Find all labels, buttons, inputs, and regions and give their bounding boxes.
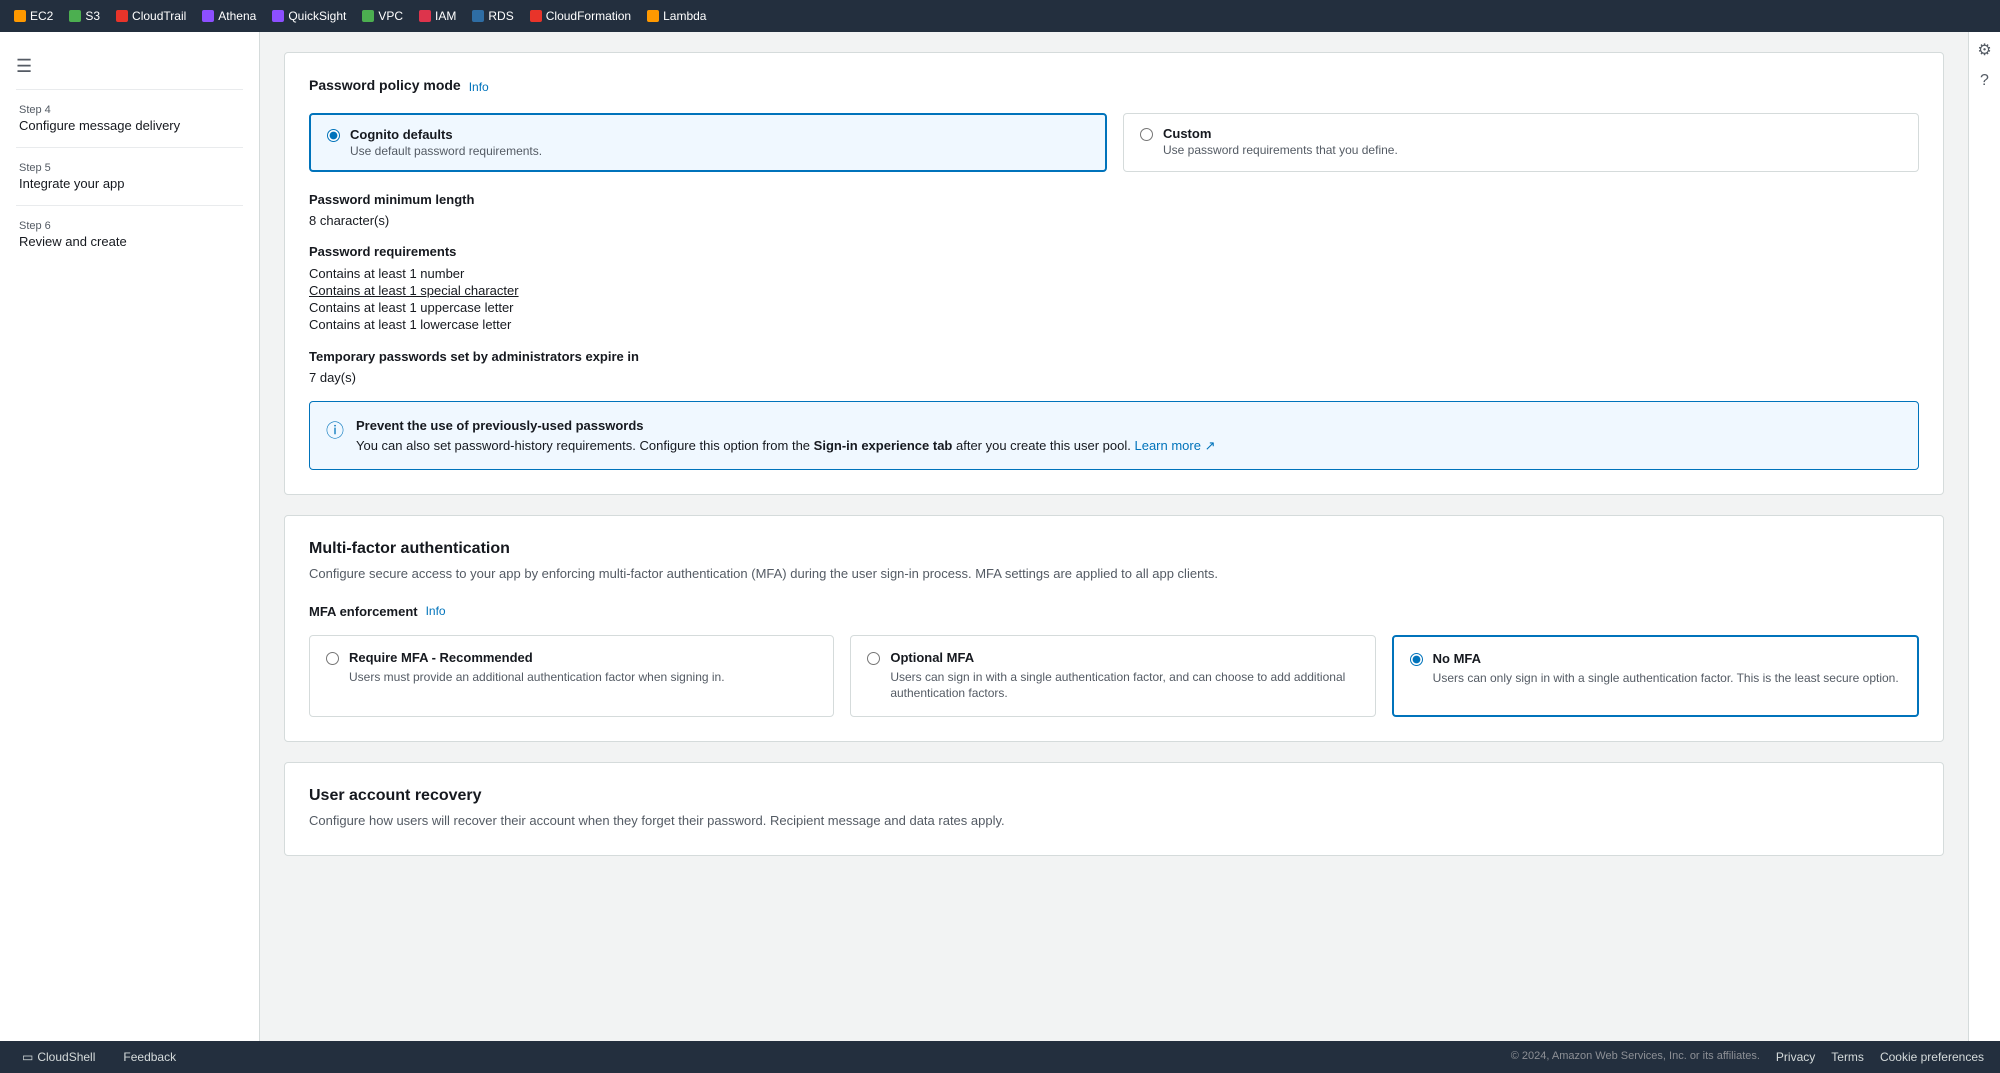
password-policy-section: Password policy mode Info Cognito defaul… [284,52,1944,495]
min-length-label: Password minimum length [309,192,1919,207]
settings-icon[interactable]: ⚙ [1977,40,1991,60]
cognito-defaults-desc: Use default password requirements. [350,144,542,158]
require-mfa-desc: Users must provide an additional authent… [349,669,725,686]
nav-item-rds[interactable]: RDS [466,7,519,25]
optional-mfa-title: Optional MFA [890,650,1358,665]
rds-icon [472,10,484,22]
terminal-icon: ▭ [22,1050,33,1064]
sidebar-step-6[interactable]: Step 6 Review and create [0,210,259,259]
user-account-recovery-section: User account recovery Configure how user… [284,762,1944,856]
privacy-link[interactable]: Privacy [1776,1050,1815,1064]
mfa-section: Multi-factor authentication Configure se… [284,515,1944,742]
top-navigation: EC2 S3 CloudTrail Athena QuickSight VPC … [0,0,2000,32]
requirements-list: Contains at least 1 number Contains at l… [309,265,1919,333]
password-policy-info-link[interactable]: Info [469,80,489,94]
cloudshell-button[interactable]: ▭ CloudShell [16,1048,101,1066]
vpc-icon [362,10,374,22]
optional-mfa-radio[interactable] [867,652,880,665]
temp-password-label: Temporary passwords set by administrator… [309,349,1919,364]
athena-icon [202,10,214,22]
quicksight-icon [272,10,284,22]
requirement-special: Contains at least 1 special character [309,282,1919,299]
temp-password-value: 7 day(s) [309,370,1919,385]
sidebar-step-5[interactable]: Step 5 Integrate your app [0,152,259,201]
password-mode-cards: Cognito defaults Use default password re… [309,113,1919,172]
password-policy-header: Password policy mode Info [309,77,1919,97]
cloudtrail-icon [116,10,128,22]
no-mfa-title: No MFA [1433,651,1899,666]
signin-experience-tab-label: Sign-in experience tab [814,438,953,453]
feedback-button[interactable]: Feedback [117,1048,182,1066]
footer-right: © 2024, Amazon Web Services, Inc. or its… [1511,1050,1984,1064]
cloudformation-icon [530,10,542,22]
nav-item-athena[interactable]: Athena [196,7,262,25]
requirement-uppercase: Contains at least 1 uppercase letter [309,299,1919,316]
main-content: Password policy mode Info Cognito defaul… [260,32,1968,1041]
mfa-desc: Configure secure access to your app by e… [309,564,1919,584]
bottom-bar: ▭ CloudShell Feedback © 2024, Amazon Web… [0,1041,2000,1073]
info-box-body: You can also set password-history requir… [356,438,1216,453]
ec2-icon [14,10,26,22]
password-history-info-box: ⓘ Prevent the use of previously-used pas… [309,401,1919,470]
app-layout: ☰ Step 4 Configure message delivery Step… [0,32,2000,1041]
require-mfa-title: Require MFA - Recommended [349,650,725,665]
mfa-option-cards: Require MFA - Recommended Users must pro… [309,635,1919,718]
mfa-title: Multi-factor authentication [309,540,1919,558]
require-mfa-radio[interactable] [326,652,339,665]
sidebar-step-4[interactable]: Step 4 Configure message delivery [0,94,259,143]
sidebar-toggle[interactable]: ☰ [0,48,259,85]
requirements-label: Password requirements [309,244,1919,259]
mfa-enforcement-label: MFA enforcement [309,604,418,619]
nav-item-ec2[interactable]: EC2 [8,7,59,25]
lambda-icon [647,10,659,22]
s3-icon [69,10,81,22]
custom-card[interactable]: Custom Use password requirements that yo… [1123,113,1919,172]
cognito-defaults-card[interactable]: Cognito defaults Use default password re… [309,113,1107,172]
nav-item-cloudtrail[interactable]: CloudTrail [110,7,192,25]
custom-desc: Use password requirements that you defin… [1163,143,1398,157]
nav-item-lambda[interactable]: Lambda [641,7,712,25]
info-circle-icon: ⓘ [326,417,344,443]
terms-link[interactable]: Terms [1831,1050,1864,1064]
mfa-info-link[interactable]: Info [426,604,446,618]
nav-item-s3[interactable]: S3 [63,7,106,25]
copyright-text: © 2024, Amazon Web Services, Inc. or its… [1511,1050,1760,1064]
cognito-defaults-radio[interactable] [327,129,340,142]
password-policy-title: Password policy mode [309,77,461,93]
custom-title: Custom [1163,126,1398,141]
cognito-defaults-title: Cognito defaults [350,127,542,142]
no-mfa-card[interactable]: No MFA Users can only sign in with a sin… [1392,635,1919,718]
requirement-lowercase: Contains at least 1 lowercase letter [309,316,1919,333]
learn-more-link[interactable]: Learn more ↗ [1134,438,1215,453]
optional-mfa-desc: Users can sign in with a single authenti… [890,669,1358,703]
recovery-desc: Configure how users will recover their a… [309,811,1919,831]
right-panel: ⚙ ? [1968,32,2000,1041]
sidebar: ☰ Step 4 Configure message delivery Step… [0,32,260,1041]
custom-radio[interactable] [1140,128,1153,141]
requirement-number: Contains at least 1 number [309,265,1919,282]
recovery-title: User account recovery [309,787,1919,805]
info-box-title: Prevent the use of previously-used passw… [356,418,644,433]
require-mfa-card[interactable]: Require MFA - Recommended Users must pro… [309,635,834,718]
no-mfa-radio[interactable] [1410,653,1423,666]
no-mfa-desc: Users can only sign in with a single aut… [1433,670,1899,687]
cookie-preferences-link[interactable]: Cookie preferences [1880,1050,1984,1064]
nav-item-iam[interactable]: IAM [413,7,462,25]
nav-item-cloudformation[interactable]: CloudFormation [524,7,637,25]
optional-mfa-card[interactable]: Optional MFA Users can sign in with a si… [850,635,1375,718]
nav-item-quicksight[interactable]: QuickSight [266,7,352,25]
nav-item-vpc[interactable]: VPC [356,7,409,25]
iam-icon [419,10,431,22]
help-icon[interactable]: ? [1980,72,1989,90]
mfa-enforcement-header: MFA enforcement Info [309,604,1919,619]
min-length-value: 8 character(s) [309,213,1919,228]
